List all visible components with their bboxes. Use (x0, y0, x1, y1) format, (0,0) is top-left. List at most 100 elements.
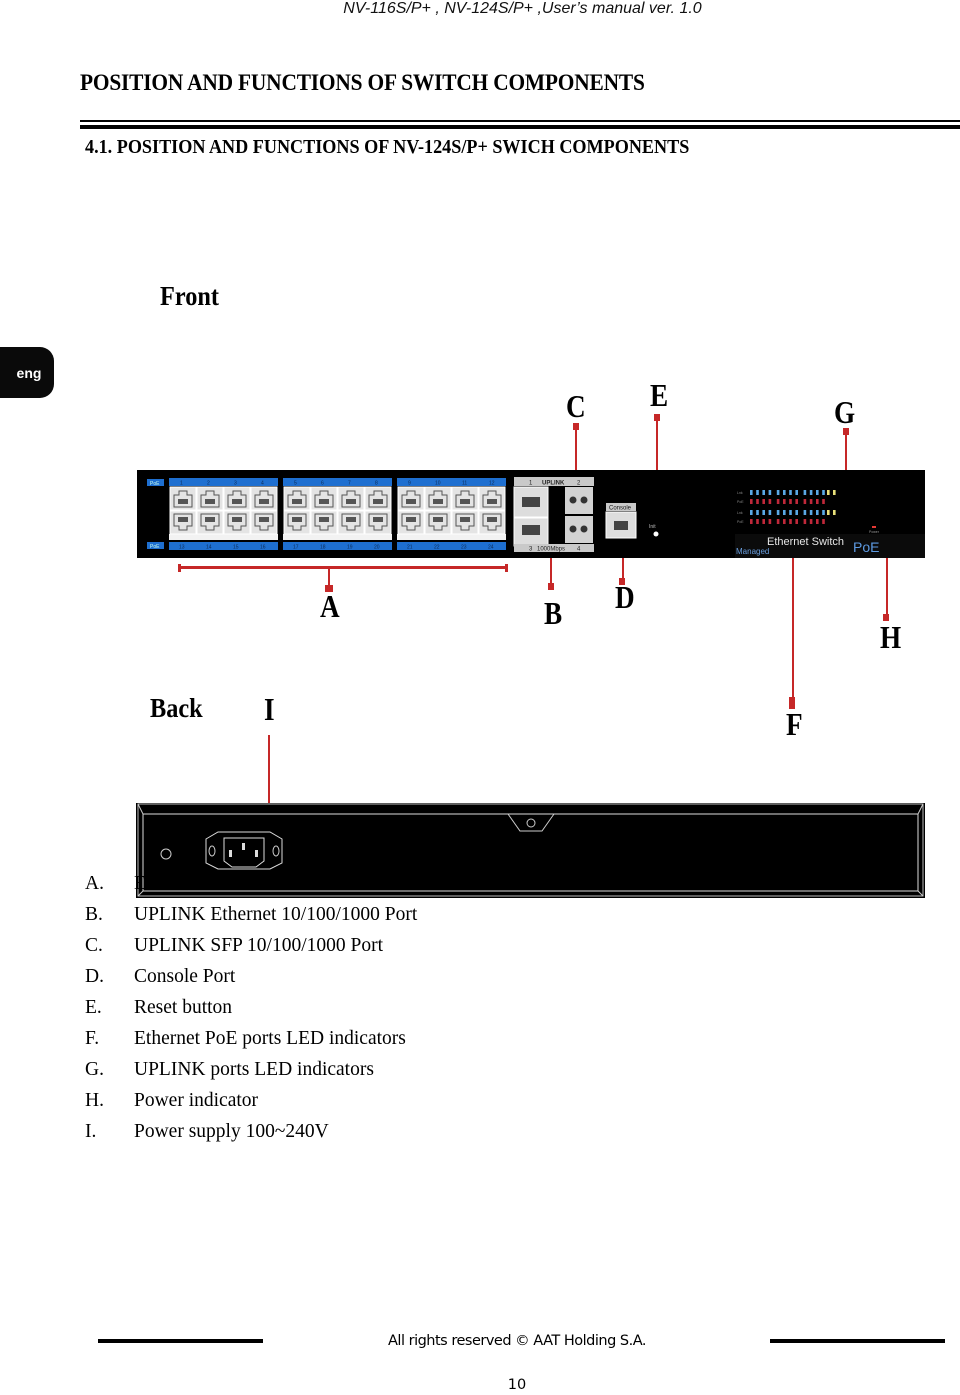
uplink-block: 1 UPLINK 2 3 1000Mbps 4 (513, 477, 594, 553)
port-led (756, 490, 759, 495)
power-label: Power (869, 530, 880, 534)
ground-screw-icon (160, 848, 172, 860)
port-number-bottom: 21 (407, 545, 413, 551)
port-number-bottom: 24 (488, 545, 494, 551)
language-tab-label: eng (16, 364, 42, 381)
port-led (776, 519, 780, 524)
port-number-top: 12 (489, 481, 495, 487)
port-contacts (487, 499, 497, 504)
uplink-led (827, 510, 830, 515)
brand-name: Ethernet Switch (767, 536, 844, 548)
port-led (809, 490, 813, 495)
port-number-bottom: 18 (320, 545, 326, 551)
poe-tag-top-label: PoE (150, 481, 160, 487)
callout-a-line (328, 569, 330, 585)
port-contacts (259, 499, 269, 504)
port-contacts (460, 499, 470, 504)
port-number-bottom: 17 (293, 545, 299, 551)
sfp-port-2[interactable] (565, 487, 593, 514)
port-led (803, 510, 807, 515)
port-group-base (283, 534, 392, 540)
uplink-led (833, 510, 836, 515)
port-led (789, 490, 792, 495)
subsection-title: 4.1. POSITION AND FUNCTIONS OF NV-124S/P… (85, 137, 690, 158)
port-led (783, 519, 786, 524)
reset-button[interactable] (653, 531, 659, 537)
port-led (756, 519, 759, 524)
port-contacts (205, 517, 215, 522)
port-led (750, 490, 753, 495)
port-contacts (373, 517, 383, 522)
back-view-label: Back (150, 693, 203, 723)
brand-managed: Managed (736, 547, 769, 556)
callout-h-cap (883, 614, 889, 621)
section-title: POSITION AND FUNCTIONS OF SWITCH COMPONE… (80, 70, 645, 95)
port-contacts (178, 499, 188, 504)
legend-description: Reset button (134, 997, 233, 1018)
port-led (795, 499, 798, 504)
port-led (822, 499, 825, 504)
callout-d-cap (619, 578, 625, 585)
callout-e: E (650, 377, 669, 413)
led-row-label: PoE (737, 500, 744, 504)
port-led (816, 510, 819, 515)
port-led (768, 490, 772, 495)
sfp-port-4[interactable] (565, 516, 593, 543)
port-led (750, 510, 753, 515)
legend-letter: A. (85, 873, 104, 894)
port-led (816, 499, 819, 504)
port-led (822, 510, 825, 515)
port-contacts (178, 517, 188, 522)
legend-description: UPLINK Ethernet 10/100/1000 Port (134, 904, 418, 925)
power-socket[interactable] (205, 831, 283, 870)
callout-i-line (268, 735, 270, 803)
port-led (789, 510, 792, 515)
port-led (789, 499, 792, 504)
running-header: NV-116S/P+ , NV-124S/P+ ,User’s manual v… (343, 0, 702, 17)
port-led (816, 490, 819, 495)
port-contacts (292, 499, 302, 504)
port-contacts (205, 499, 215, 504)
port-led (756, 510, 759, 515)
port-number-bottom: 19 (347, 545, 353, 551)
port-contacts (259, 517, 269, 522)
port-led (750, 519, 753, 524)
port-led (776, 510, 780, 515)
port-led (816, 519, 819, 524)
port-contacts (373, 499, 383, 504)
port-number-bottom: 16 (260, 545, 266, 551)
led-row-label: PoE (737, 520, 744, 524)
port-led (822, 519, 825, 524)
switch-front-panel: PoE PoE 1 13 2 14 3 15 4 16 5 17 6 18 7 19 8 20 9 21 10 22 11 2… (137, 470, 925, 558)
legend-description: Ethernet PoE ports LED indicators (134, 1028, 406, 1049)
port-led (803, 490, 807, 495)
port-group-base (397, 534, 506, 540)
port-led (768, 510, 772, 515)
port-contacts (292, 517, 302, 522)
port-contacts (406, 517, 416, 522)
language-tab[interactable]: eng (0, 347, 54, 398)
port-contacts (406, 499, 416, 504)
uplink-led (833, 490, 836, 495)
port-number-top: 11 (462, 481, 467, 487)
port-led (762, 499, 765, 504)
brand-poe: PoE (853, 539, 879, 555)
callout-d: D (615, 579, 635, 615)
port-contacts (460, 517, 470, 522)
poe-tag-bottom-label: PoE (150, 544, 160, 550)
reset-label: Init (649, 524, 656, 530)
port-contacts (319, 517, 329, 522)
front-view-label: Front (160, 281, 219, 311)
chassis-screw-icon (526, 818, 536, 828)
port-led (783, 510, 786, 515)
port-led (762, 519, 765, 524)
uplink-speed: 1000Mbps (537, 547, 565, 553)
port-led (795, 510, 798, 515)
port-number-top: 6 (321, 481, 324, 487)
page-number: 10 (507, 1377, 527, 1393)
port-led (756, 499, 759, 504)
port-led (768, 499, 772, 504)
port-contacts (346, 499, 356, 504)
callout-a-cap (325, 585, 333, 592)
port-led (776, 490, 780, 495)
